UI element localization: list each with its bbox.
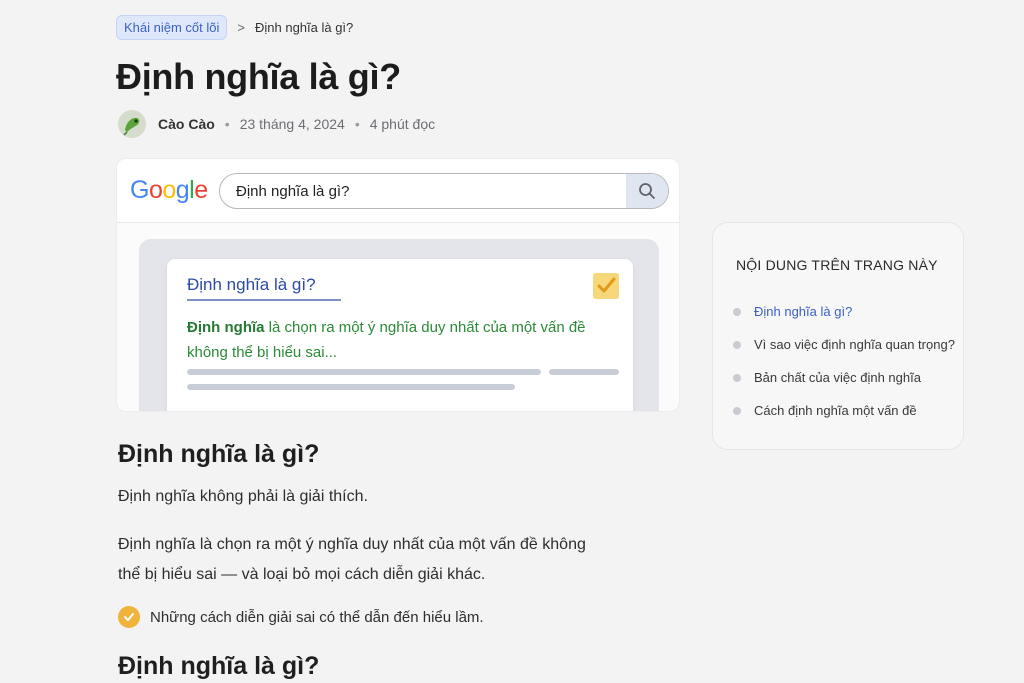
chevron-right-icon: > [237, 20, 245, 35]
breadcrumb-current: Định nghĩa là gì? [254, 20, 354, 35]
search-button [626, 174, 668, 208]
callout-text: Những cách diễn giải sai có thể dẫn đến … [150, 608, 484, 626]
logo-letter: o [148, 176, 163, 204]
results-area: Định nghĩa là gì? Định nghĩa là chọn ra … [139, 239, 659, 411]
bullet-icon [733, 340, 741, 349]
logo-letter: e [194, 176, 208, 204]
toc-item[interactable]: Cách định nghĩa một vấn đề [733, 394, 955, 427]
breadcrumb-parent-link[interactable]: Khái niệm cốt lõi [116, 15, 228, 40]
skeleton-line [549, 369, 619, 375]
check-circle-icon [118, 606, 140, 628]
search-result-card: Định nghĩa là gì? Định nghĩa là chọn ra … [167, 259, 633, 411]
logo-letter: g [175, 176, 190, 204]
skeleton-line [187, 369, 541, 375]
bullet-icon [733, 307, 741, 316]
read-time: 4 phút đọc [369, 116, 436, 132]
meta-separator: • [354, 116, 360, 132]
page-title: Định nghĩa là gì? [116, 56, 401, 97]
bullet-icon [733, 406, 741, 415]
toc-item-label: Cách định nghĩa một vấn đề [754, 403, 917, 418]
search-bar: Định nghĩa là gì? [219, 173, 669, 209]
result-snippet-bold: Định nghĩa [187, 319, 265, 336]
toc-item[interactable]: Bản chất của việc định nghĩa [733, 361, 955, 394]
toc-title: NỘI DUNG TRÊN TRANG NÀY [736, 257, 938, 273]
hero-illustration: Google Định nghĩa là gì? Định nghĩa là g… [116, 158, 680, 412]
breadcrumb: Khái niệm cốt lõi > Định nghĩa là gì? [116, 15, 353, 40]
logo-letter: G [130, 176, 149, 204]
logo-letter: o [162, 176, 176, 204]
search-icon [639, 183, 655, 199]
callout-note: Những cách diễn giải sai có thể dẫn đến … [118, 606, 484, 628]
result-snippet: Định nghĩa là chọn ra một ý nghĩa duy nh… [187, 315, 617, 365]
section-heading: Định nghĩa là gì? [118, 652, 320, 680]
result-title: Định nghĩa là gì? [187, 275, 316, 294]
toc-item[interactable]: Định nghĩa là gì? [733, 295, 955, 328]
checkbox-checked-icon [593, 273, 619, 299]
section-heading: Định nghĩa là gì? [118, 440, 320, 468]
toc-item-label: Định nghĩa là gì? [754, 304, 853, 319]
article-meta: Cào Cào • 23 tháng 4, 2024 • 4 phút đọc [118, 110, 435, 138]
avatar[interactable] [118, 110, 146, 138]
table-of-contents: NỘI DUNG TRÊN TRANG NÀY Định nghĩa là gì… [712, 222, 964, 450]
toc-item-label: Bản chất của việc định nghĩa [754, 370, 921, 385]
author-name[interactable]: Cào Cào [158, 116, 215, 132]
search-header: Google Định nghĩa là gì? [117, 159, 679, 223]
skeleton-line [187, 384, 515, 390]
search-query: Định nghĩa là gì? [236, 183, 350, 200]
publish-date: 23 tháng 4, 2024 [239, 116, 345, 132]
toc-list: Định nghĩa là gì? Vì sao việc định nghĩa … [733, 295, 955, 427]
google-logo: Google [130, 176, 208, 205]
result-title-underline [187, 299, 341, 301]
meta-separator: • [224, 116, 230, 132]
paragraph: Định nghĩa là chọn ra một ý nghĩa duy nh… [118, 536, 586, 583]
toc-item-label: Vì sao việc định nghĩa quan trọng? [754, 337, 955, 352]
toc-item[interactable]: Vì sao việc định nghĩa quan trọng? [733, 328, 955, 361]
bullet-icon [733, 373, 741, 382]
paragraph: Định nghĩa không phải là giải thích. [118, 488, 368, 505]
